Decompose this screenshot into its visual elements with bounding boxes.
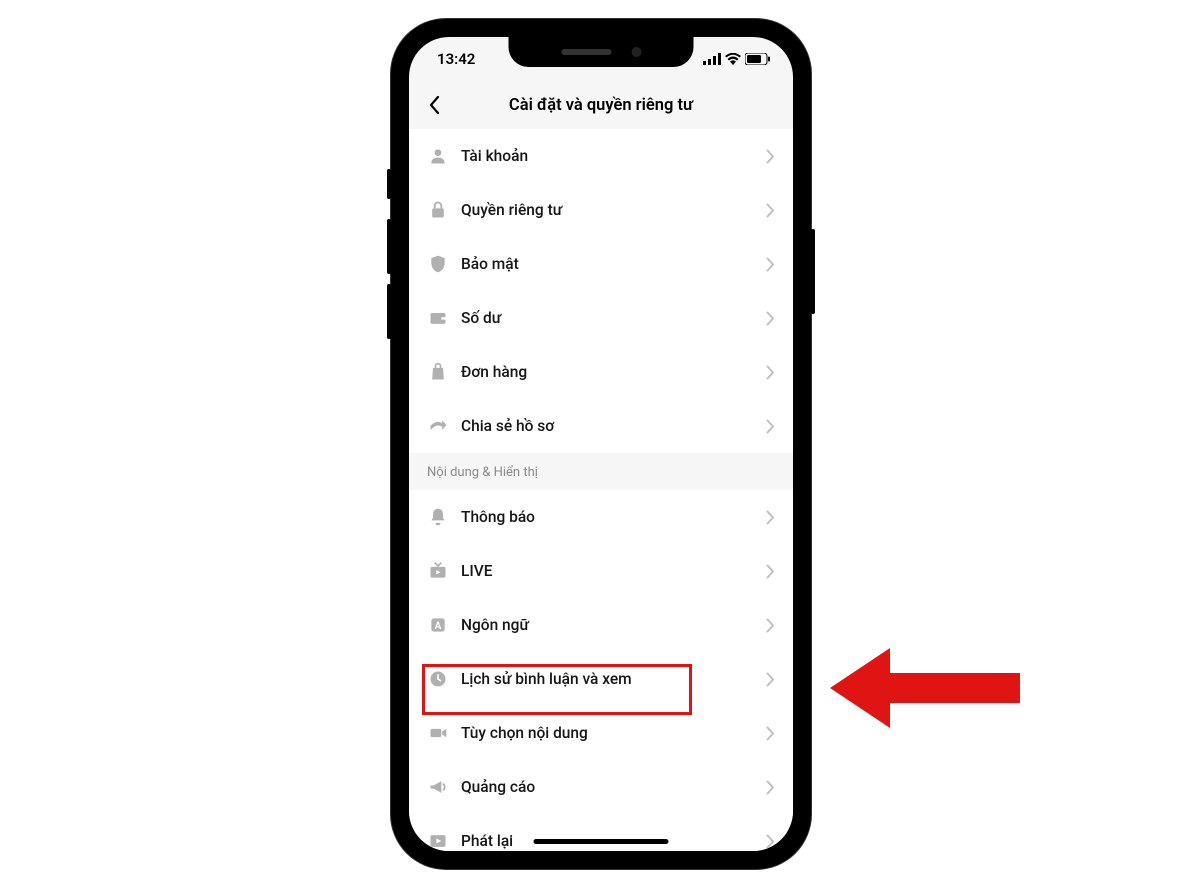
settings-content[interactable]: Tài khoản Quyền riêng tư Bảo mật Số dư xyxy=(409,129,793,851)
section-header-content: Nội dung & Hiển thị xyxy=(409,453,793,490)
phone-volume-down-button xyxy=(387,284,391,339)
wallet-icon xyxy=(427,307,449,329)
play-icon xyxy=(427,830,449,851)
row-label: Đơn hàng xyxy=(461,363,766,381)
user-icon xyxy=(427,145,449,167)
chevron-right-icon xyxy=(766,564,775,579)
row-playback[interactable]: Phát lại xyxy=(409,814,793,851)
notch-speaker xyxy=(561,49,611,55)
notch xyxy=(509,37,694,67)
status-time: 13:42 xyxy=(437,50,475,68)
chevron-right-icon xyxy=(766,672,775,687)
row-label: Quảng cáo xyxy=(461,778,766,796)
row-label: Tùy chọn nội dung xyxy=(461,724,766,742)
chevron-right-icon xyxy=(766,311,775,326)
video-icon xyxy=(427,722,449,744)
row-orders[interactable]: Đơn hàng xyxy=(409,345,793,399)
chevron-right-icon xyxy=(766,834,775,849)
row-label: Thông báo xyxy=(461,508,766,526)
chevron-right-icon xyxy=(766,419,775,434)
share-icon xyxy=(427,415,449,437)
row-balance[interactable]: Số dư xyxy=(409,291,793,345)
chevron-right-icon xyxy=(766,618,775,633)
chevron-right-icon xyxy=(766,257,775,272)
row-label: Số dư xyxy=(461,309,766,327)
phone-frame: 13:42 Cài đặt và quyền riêng tư Tài khoả… xyxy=(391,19,811,869)
row-security[interactable]: Bảo mật xyxy=(409,237,793,291)
chevron-right-icon xyxy=(766,780,775,795)
signal-icon xyxy=(703,53,721,65)
phone-side-button xyxy=(387,169,391,199)
chevron-right-icon xyxy=(766,510,775,525)
shield-icon xyxy=(427,253,449,275)
language-icon: A xyxy=(427,614,449,636)
chevron-left-icon xyxy=(428,95,440,115)
row-label: Tài khoản xyxy=(461,147,766,165)
lock-icon xyxy=(427,199,449,221)
tv-icon xyxy=(427,560,449,582)
row-ads[interactable]: Quảng cáo xyxy=(409,760,793,814)
row-notifications[interactable]: Thông báo xyxy=(409,490,793,544)
row-content-preferences[interactable]: Tùy chọn nội dung xyxy=(409,706,793,760)
row-account[interactable]: Tài khoản xyxy=(409,129,793,183)
clock-icon xyxy=(427,668,449,690)
back-button[interactable] xyxy=(421,92,447,118)
page-title: Cài đặt và quyền riêng tư xyxy=(409,96,793,115)
chevron-right-icon xyxy=(766,726,775,741)
phone-power-button xyxy=(811,229,815,314)
chevron-right-icon xyxy=(766,365,775,380)
wifi-icon xyxy=(725,53,741,65)
chevron-right-icon xyxy=(766,203,775,218)
row-live[interactable]: LIVE xyxy=(409,544,793,598)
megaphone-icon xyxy=(427,776,449,798)
row-label: Lịch sử bình luận và xem xyxy=(461,670,766,688)
arrow-annotation xyxy=(830,638,1030,738)
notch-camera xyxy=(631,47,641,57)
row-label: Chia sẻ hồ sơ xyxy=(461,417,766,435)
row-label: Ngôn ngữ xyxy=(461,616,766,634)
settings-group-content: Thông báo LIVE A Ngôn ngữ Lịch sử bình l… xyxy=(409,490,793,851)
home-indicator[interactable] xyxy=(534,839,669,844)
svg-text:A: A xyxy=(435,621,442,632)
phone-screen: 13:42 Cài đặt và quyền riêng tư Tài khoả… xyxy=(409,37,793,851)
phone-volume-up-button xyxy=(387,219,391,274)
row-share-profile[interactable]: Chia sẻ hồ sơ xyxy=(409,399,793,453)
row-language[interactable]: A Ngôn ngữ xyxy=(409,598,793,652)
row-privacy[interactable]: Quyền riêng tư xyxy=(409,183,793,237)
bag-icon xyxy=(427,361,449,383)
row-label: Bảo mật xyxy=(461,255,766,273)
battery-icon xyxy=(745,53,771,65)
row-comment-watch-history[interactable]: Lịch sử bình luận và xem xyxy=(409,652,793,706)
app-header: Cài đặt và quyền riêng tư xyxy=(409,81,793,129)
chevron-right-icon xyxy=(766,149,775,164)
row-label: Quyền riêng tư xyxy=(461,201,766,219)
settings-group-account: Tài khoản Quyền riêng tư Bảo mật Số dư xyxy=(409,129,793,453)
status-indicators xyxy=(703,53,771,65)
bell-icon xyxy=(427,506,449,528)
row-label: LIVE xyxy=(461,562,766,580)
